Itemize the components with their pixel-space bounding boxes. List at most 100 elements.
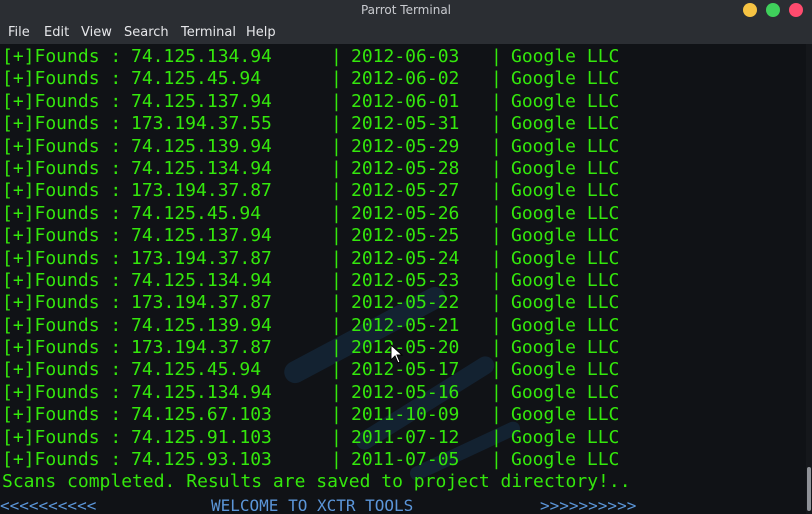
result-line: [+]Founds : 74.125.134.94 | 2012-05-23 | Goog… (2, 270, 802, 292)
scan-date: 2012-06-02 (351, 68, 460, 90)
organization: Google LLC (511, 404, 620, 426)
ip-address: 74.125.134.94 (131, 269, 272, 291)
column-separator: | (491, 337, 502, 359)
scan-date: 2012-05-21 (351, 314, 460, 336)
column-separator: | (491, 381, 502, 403)
column-separator: | (491, 314, 502, 336)
ip-address: 173.194.37.87 (131, 180, 272, 202)
column-separator: | (331, 68, 342, 90)
column-separator: | (331, 247, 342, 269)
ip-address: 74.125.93.103 (131, 449, 272, 471)
scan-date: 2012-05-25 (351, 225, 460, 247)
found-prefix: [+]Founds : (2, 157, 122, 179)
organization: Google LLC (511, 225, 620, 247)
ip-address: 74.125.137.94 (131, 225, 272, 247)
result-line: [+]Founds : 173.194.37.55 | 2012-05-31 | Goog… (2, 113, 802, 135)
found-prefix: [+]Founds : (2, 292, 122, 314)
result-line: [+]Founds : 173.194.37.87 | 2012-05-27 | Goog… (2, 180, 802, 202)
found-prefix: [+]Founds : (2, 202, 122, 224)
menu-terminal[interactable]: Terminal (181, 25, 236, 40)
scan-date: 2012-05-26 (351, 202, 460, 224)
column-separator: | (491, 225, 502, 247)
menu-file[interactable]: File (8, 25, 30, 40)
organization: Google LLC (511, 449, 620, 471)
banner-right-arrows: >>>>>>>>>> (540, 496, 637, 514)
ip-address: 173.194.37.87 (131, 247, 272, 269)
organization: Google LLC (511, 180, 620, 202)
vertical-scrollbar[interactable] (806, 44, 812, 514)
scan-date: 2011-07-12 (351, 426, 460, 448)
close-button[interactable] (789, 3, 803, 17)
ip-address: 74.125.139.94 (131, 135, 272, 157)
organization: Google LLC (511, 68, 620, 90)
organization: Google LLC (511, 269, 620, 291)
column-separator: | (331, 381, 342, 403)
ip-address: 74.125.45.94 (131, 68, 262, 90)
minimize-button[interactable] (743, 3, 757, 17)
ip-address: 74.125.45.94 (131, 202, 262, 224)
organization: Google LLC (511, 314, 620, 336)
found-prefix: [+]Founds : (2, 113, 122, 135)
title-bar[interactable]: Parrot Terminal (0, 0, 812, 22)
found-prefix: [+]Founds : (2, 381, 122, 403)
scrollbar-thumb[interactable] (807, 467, 811, 511)
menu-bar: File Edit View Search Terminal Help (0, 22, 812, 44)
found-prefix: [+]Founds : (2, 269, 122, 291)
column-separator: | (491, 180, 502, 202)
ip-address: 74.125.134.94 (131, 157, 272, 179)
found-prefix: [+]Founds : (2, 404, 122, 426)
result-line: [+]Founds : 173.194.37.87 | 2012-05-24 | Goog… (2, 248, 802, 270)
organization: Google LLC (511, 381, 620, 403)
column-separator: | (331, 359, 342, 381)
terminal-output[interactable]: [+]Founds : 74.125.134.94 | 2012-06-03 | Goog… (0, 44, 806, 514)
banner-title: WELCOME TO XCTR TOOLS (211, 496, 414, 514)
ip-address: 173.194.37.55 (131, 113, 272, 135)
menu-view[interactable]: View (81, 25, 112, 40)
maximize-button[interactable] (766, 3, 780, 17)
result-line: [+]Founds : 74.125.93.103 | 2011-07-05 | Goog… (2, 449, 802, 471)
column-separator: | (331, 426, 342, 448)
found-prefix: [+]Founds : (2, 90, 122, 112)
scan-date: 2012-05-20 (351, 337, 460, 359)
column-separator: | (491, 135, 502, 157)
column-separator: | (491, 113, 502, 135)
menu-search[interactable]: Search (124, 25, 169, 40)
found-prefix: [+]Founds : (2, 426, 122, 448)
found-prefix: [+]Founds : (2, 135, 122, 157)
column-separator: | (331, 314, 342, 336)
column-separator: | (331, 113, 342, 135)
organization: Google LLC (511, 46, 620, 67)
column-separator: | (331, 449, 342, 471)
column-separator: | (491, 292, 502, 314)
scan-date: 2012-05-27 (351, 180, 460, 202)
scan-date: 2012-05-28 (351, 157, 460, 179)
scan-date: 2012-05-17 (351, 359, 460, 381)
ip-address: 74.125.45.94 (131, 359, 262, 381)
organization: Google LLC (511, 337, 620, 359)
scan-date: 2012-06-01 (351, 90, 460, 112)
column-separator: | (331, 157, 342, 179)
result-line: [+]Founds : 74.125.137.94 | 2012-06-01 | Goog… (2, 91, 802, 113)
found-prefix: [+]Founds : (2, 180, 122, 202)
found-prefix: [+]Founds : (2, 337, 122, 359)
column-separator: | (331, 337, 342, 359)
scan-date: 2012-05-22 (351, 292, 460, 314)
found-prefix: [+]Founds : (2, 225, 122, 247)
scan-status-message: Scans completed. Results are saved to pr… (2, 471, 631, 493)
result-line: [+]Founds : 173.194.37.87 | 2012-05-22 | Goog… (2, 292, 802, 314)
ip-address: 74.125.137.94 (131, 90, 272, 112)
scan-date: 2011-10-09 (351, 404, 460, 426)
window-title: Parrot Terminal (360, 3, 452, 17)
found-prefix: [+]Founds : (2, 247, 122, 269)
result-line: [+]Founds : 74.125.134.94 | 2012-05-16 | Goog… (2, 382, 802, 404)
banner-left-arrows: <<<<<<<<<< (0, 496, 97, 514)
result-line: [+]Founds : 74.125.67.103 | 2011-10-09 | Goog… (2, 404, 802, 426)
column-separator: | (491, 68, 502, 90)
menu-edit[interactable]: Edit (44, 25, 69, 40)
column-separator: | (491, 449, 502, 471)
scan-date: 2012-05-31 (351, 113, 460, 135)
menu-help[interactable]: Help (246, 25, 276, 40)
column-separator: | (491, 90, 502, 112)
ip-address: 74.125.91.103 (131, 426, 272, 448)
column-separator: | (331, 404, 342, 426)
